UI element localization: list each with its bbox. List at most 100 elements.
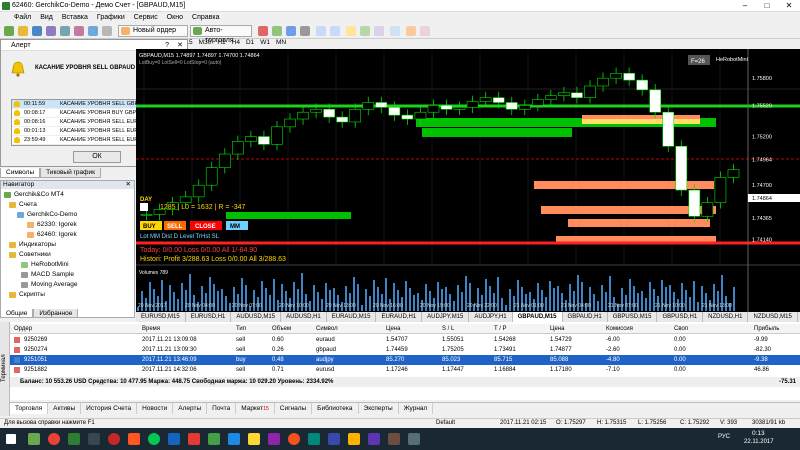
taskbar-date[interactable]: 22.11.2017 xyxy=(744,439,774,445)
column-header[interactable]: Цена xyxy=(550,326,564,332)
zoom-in-icon[interactable] xyxy=(316,26,326,36)
tree-root[interactable]: Gerchik&Co MT4 xyxy=(4,191,64,198)
options-icon[interactable] xyxy=(102,26,112,36)
app-icon[interactable] xyxy=(188,433,200,445)
terminal-tab[interactable]: Библиотека xyxy=(312,403,359,414)
tab-common[interactable]: Общие xyxy=(0,309,34,318)
column-header[interactable]: Ордер xyxy=(14,326,32,332)
app-icon[interactable] xyxy=(68,433,80,445)
chart-tab[interactable]: GBPAUD,M15 xyxy=(512,312,563,322)
autotrading-button[interactable]: Авто-торговля xyxy=(190,25,252,44)
column-header[interactable]: Объем xyxy=(272,326,291,332)
menu-file[interactable]: Файл xyxy=(14,14,31,21)
line-chart-icon[interactable] xyxy=(300,26,310,36)
start-icon[interactable] xyxy=(6,434,16,444)
column-header[interactable]: T / P xyxy=(494,326,507,332)
chart-tab[interactable]: EURUSD,H1 xyxy=(186,312,232,322)
tab-favorites[interactable]: Избранное xyxy=(33,309,79,318)
column-header[interactable]: Цена xyxy=(386,326,400,332)
menu-insert[interactable]: Вставка xyxy=(62,14,88,21)
menu-charts[interactable]: Графики xyxy=(97,14,125,21)
timeframe-h1[interactable]: H1 xyxy=(217,39,225,49)
chart-tab[interactable]: AUDJPY,H1 xyxy=(469,312,513,322)
new-chart-icon[interactable] xyxy=(4,26,14,36)
app-icon[interactable] xyxy=(368,433,380,445)
chart-tab[interactable]: EURAUD,H1 xyxy=(376,312,423,322)
chart-tab[interactable]: EURUSD,M15 xyxy=(136,312,186,322)
zoom-out-icon[interactable] xyxy=(330,26,340,36)
navigator-close-icon[interactable]: ✕ xyxy=(126,181,131,189)
tree-experts[interactable]: Советники xyxy=(9,251,51,258)
table-row[interactable]: 9251051 2017.11.21 13:46:09 buy 0.48 audjpy 8… xyxy=(10,355,800,365)
timeframe-m30[interactable]: M30 xyxy=(199,39,212,49)
app-icon[interactable] xyxy=(308,433,320,445)
app-icon[interactable] xyxy=(28,433,40,445)
app-icon[interactable] xyxy=(348,433,360,445)
new-order-button[interactable]: Новый ордер xyxy=(118,25,188,37)
chart-tab[interactable]: EURAUD,M15 xyxy=(327,312,377,322)
menu-view[interactable]: Вид xyxy=(40,14,53,21)
tab-symbols[interactable]: Символы xyxy=(0,168,41,178)
tree-moving-average[interactable]: Moving Average xyxy=(21,281,78,288)
price-chart[interactable]: GBPAUD,M15 1.74897 1.74897 1.74700 1.748… xyxy=(136,49,800,312)
tree-scripts[interactable]: Скрипты xyxy=(9,291,45,298)
autoscroll-icon[interactable] xyxy=(360,26,370,36)
tree-accounts[interactable]: Счета xyxy=(9,201,37,208)
maximize-button[interactable]: □ xyxy=(756,0,778,12)
terminal-tab[interactable]: История Счета xyxy=(81,403,138,414)
terminal-tab[interactable]: Активы xyxy=(48,403,82,414)
profiles-icon[interactable] xyxy=(18,26,28,36)
menu-help[interactable]: Справка xyxy=(192,14,219,21)
app-icon[interactable] xyxy=(108,433,120,445)
chart-tab[interactable]: AUDUSD,M15 xyxy=(231,312,282,322)
app-icon[interactable] xyxy=(328,433,340,445)
app-icon[interactable] xyxy=(288,433,300,445)
chart-tab[interactable]: NZDUSD,M15 xyxy=(748,312,798,322)
tab-tick-chart[interactable]: Тиковый график xyxy=(40,168,101,178)
chart-tab[interactable]: NZDUSD,H1 xyxy=(703,312,749,322)
column-header[interactable]: Тип xyxy=(236,326,246,332)
timeframe-h4[interactable]: H4 xyxy=(232,39,240,49)
ok-button[interactable]: ОК xyxy=(73,151,121,163)
terminal-tab[interactable]: Журнал xyxy=(399,403,434,414)
terminal-tab[interactable]: Маркет15 xyxy=(236,403,275,414)
app-icon[interactable] xyxy=(408,433,420,445)
terminal-tab[interactable]: Новости xyxy=(137,403,174,414)
timeframe-d1[interactable]: D1 xyxy=(246,39,254,49)
app-icon[interactable] xyxy=(228,433,240,445)
indicators-icon[interactable] xyxy=(390,26,400,36)
navigator-icon[interactable] xyxy=(46,26,56,36)
app-icon[interactable] xyxy=(268,433,280,445)
language-indicator[interactable]: РУС xyxy=(718,434,730,440)
terminal-tab[interactable]: Торговля xyxy=(10,403,49,414)
terminal-tab[interactable]: Эксперты xyxy=(359,403,399,414)
day-spinner[interactable] xyxy=(140,203,148,211)
templates-icon[interactable] xyxy=(420,26,430,36)
terminal-tab[interactable]: Почта xyxy=(207,403,237,414)
chart-tab[interactable]: AUDJPY,M15 xyxy=(422,312,470,322)
column-header[interactable]: Прибыль xyxy=(754,326,779,332)
terminal-icon[interactable] xyxy=(60,26,70,36)
periods-icon[interactable] xyxy=(406,26,416,36)
tools-icon[interactable] xyxy=(88,26,98,36)
timeframe-w1[interactable]: W1 xyxy=(260,39,270,49)
tree-account-62330[interactable]: 62330: Igorek xyxy=(27,221,77,228)
chart-tab[interactable]: GBPAUD,H1 xyxy=(563,312,608,322)
tree-macd-sample[interactable]: MACD Sample xyxy=(21,271,74,278)
app-icon[interactable] xyxy=(128,433,140,445)
app-icon[interactable] xyxy=(148,433,160,445)
browser-icon[interactable] xyxy=(48,433,60,445)
tree-server[interactable]: GerchikCo-Demo xyxy=(17,211,77,218)
table-row[interactable]: 9251882 2017.11.21 14:32:06 sell 0.71 eurusd… xyxy=(10,365,800,375)
chart-shift-icon[interactable] xyxy=(374,26,384,36)
app-icon[interactable] xyxy=(248,433,260,445)
menu-tools[interactable]: Сервис xyxy=(134,14,158,21)
terminal-tab[interactable]: Алерты xyxy=(173,403,208,414)
market-watch-icon[interactable] xyxy=(32,26,42,36)
table-row[interactable]: 9250269 2017.11.21 13:09:08 sell 0.60 euraud… xyxy=(10,335,800,345)
app-icon[interactable] xyxy=(388,433,400,445)
bar-chart-icon[interactable] xyxy=(272,26,282,36)
column-header[interactable]: Комиссия xyxy=(606,326,633,332)
tile-windows-icon[interactable] xyxy=(346,26,356,36)
menu-window[interactable]: Окно xyxy=(167,14,183,21)
